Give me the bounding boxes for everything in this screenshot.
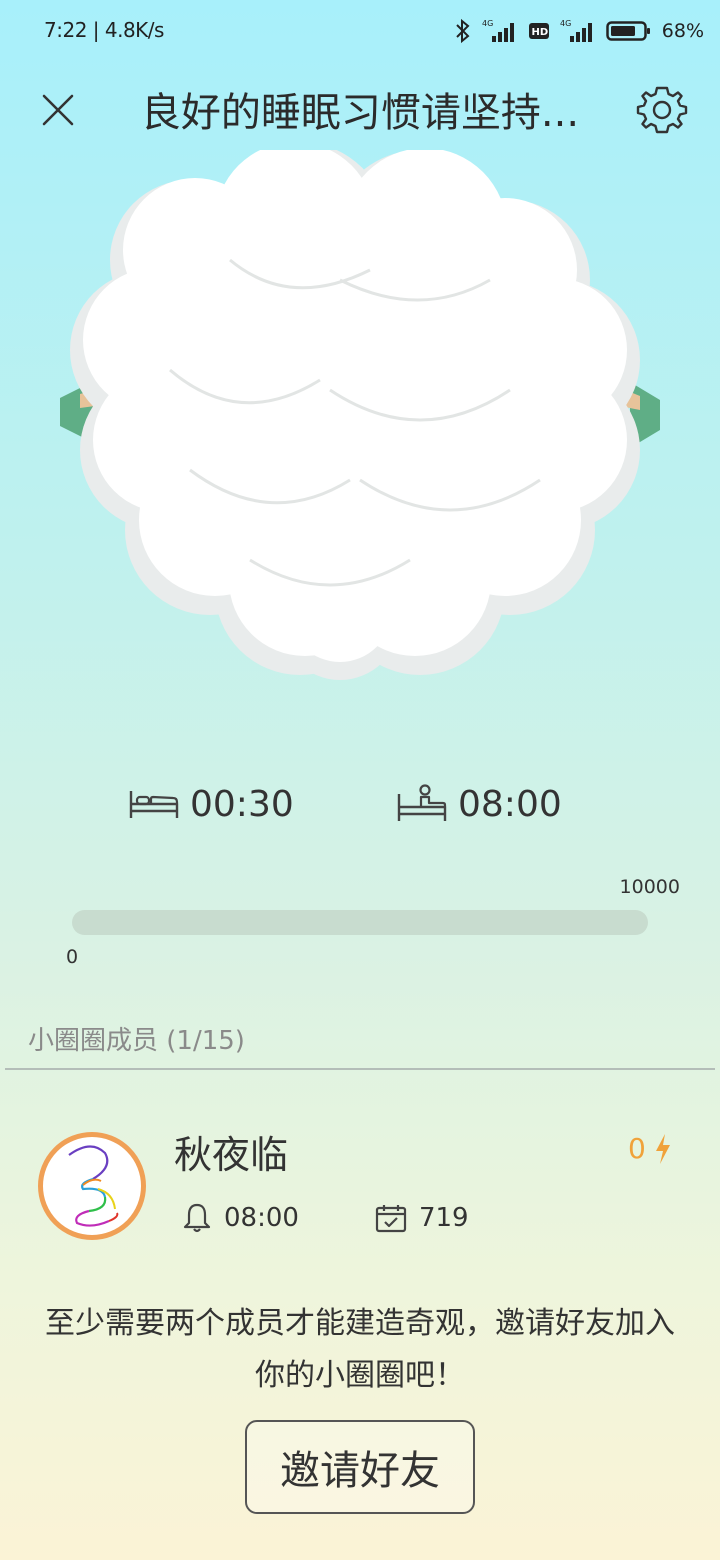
check-in-days: 719: [418, 1203, 469, 1233]
battery-icon: [606, 21, 650, 41]
invite-friends-button[interactable]: 邀请好友: [245, 1420, 475, 1514]
close-button[interactable]: [34, 86, 82, 134]
member-name: 秋夜临: [174, 1133, 289, 1177]
avatar[interactable]: [38, 1132, 146, 1240]
check-in-stat: 719: [375, 1203, 469, 1233]
wake-time: 08:00: [396, 776, 562, 832]
member-stats: 08:00 719: [182, 1196, 469, 1240]
invite-message: 至少需要两个成员才能建造奇观，邀请好友加入你的小圈圈吧！: [45, 1306, 675, 1393]
bell-icon: [183, 1203, 211, 1233]
section-divider: [5, 1068, 715, 1070]
hd-icon: HD: [528, 23, 549, 39]
svg-text:4G: 4G: [560, 19, 571, 28]
4g-signal-icon: 4G: [560, 19, 592, 42]
avatar-image: [68, 1145, 119, 1227]
wake-up-bed-icon: [397, 784, 447, 821]
energy-count: 0: [628, 1132, 672, 1165]
alarm-stat: 08:00: [182, 1202, 299, 1234]
bluetooth-icon: [456, 18, 470, 44]
battery-percent: 68%: [661, 20, 704, 42]
4g-signal-icon: 4G: [482, 19, 514, 42]
gear-icon: [636, 86, 688, 134]
bedtime: 00:30: [128, 776, 294, 832]
progress-bar: [72, 910, 648, 935]
progress-max-label: 10000: [619, 876, 680, 898]
close-icon: [42, 94, 74, 126]
status-icons: 4G HD 4G 68%: [454, 14, 704, 48]
bed-icon: [129, 791, 179, 818]
bedtime-value: 00:30: [190, 783, 294, 825]
page-title: 良好的睡眠习惯请坚持...: [140, 90, 580, 136]
svg-text:4G: 4G: [482, 19, 493, 28]
wake-time-value: 08:00: [458, 783, 562, 825]
progress-min-label: 0: [66, 946, 79, 968]
members-section-title: 小圈圈成员 (1/15): [28, 1026, 245, 1056]
calendar-check-icon: [375, 1205, 407, 1233]
settings-button[interactable]: [634, 82, 690, 138]
cloud-island-illustration: [60, 142, 660, 680]
energy-value: 0: [628, 1132, 646, 1165]
alarm-time: 08:00: [224, 1203, 299, 1233]
status-time: 7:22 | 4.8K/s: [44, 18, 164, 42]
svg-text:HD: HD: [531, 27, 548, 38]
island-with-clouds[interactable]: [40, 142, 680, 690]
lightning-icon: [655, 1133, 670, 1164]
